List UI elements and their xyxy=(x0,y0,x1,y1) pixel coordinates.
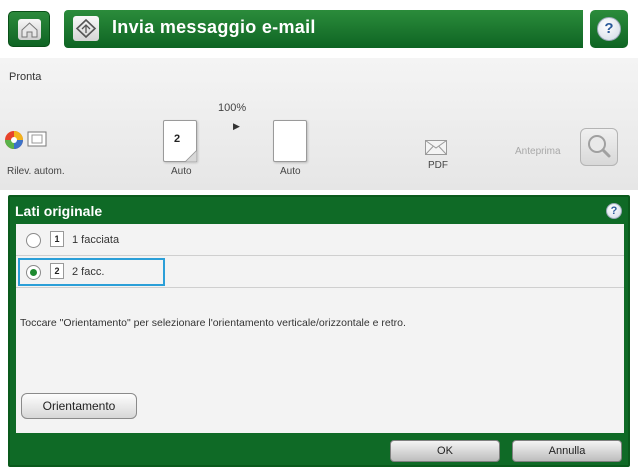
zoom-level: 100% xyxy=(218,102,247,114)
original-sides-dialog: Lati originale ? 1 1 facciata 2 2 facc. … xyxy=(8,195,630,467)
home-button[interactable] xyxy=(8,11,50,47)
magnifier-icon xyxy=(588,135,611,158)
color-label: Auto xyxy=(280,166,301,177)
radio-two-sided[interactable] xyxy=(26,265,41,280)
zoom-arrow-icon: ▶ xyxy=(233,121,240,131)
color-scan-icon xyxy=(5,131,47,149)
help-icon: ? xyxy=(597,17,621,41)
header-bar: Invia messaggio e-mail ? xyxy=(0,0,638,58)
one-sided-page-icon: 1 xyxy=(50,231,64,247)
help-button[interactable]: ? xyxy=(590,10,628,48)
home-icon xyxy=(18,19,41,40)
sides-setting-button[interactable]: 2 xyxy=(163,120,197,162)
option-label-one-sided: 1 facciata xyxy=(72,234,120,246)
option-row-one-sided[interactable]: 1 1 facciata xyxy=(16,224,624,256)
page-title: Invia messaggio e-mail xyxy=(112,17,316,37)
ok-button[interactable]: OK xyxy=(390,440,500,462)
cancel-button[interactable]: Annulla xyxy=(512,440,622,462)
option-row-two-sided[interactable]: 2 2 facc. xyxy=(16,256,624,288)
two-sided-page-icon: 2 xyxy=(50,263,64,279)
status-text: Pronta xyxy=(9,71,42,83)
title-bar: Invia messaggio e-mail xyxy=(64,10,583,48)
sides-page-number: 2 xyxy=(174,133,181,145)
preview-button[interactable] xyxy=(580,128,618,166)
radio-one-sided[interactable] xyxy=(26,233,41,248)
dialog-title: Lati originale xyxy=(15,203,103,219)
status-area: Pronta Rilev. autom. 100% ▶ 2 Auto Auto … xyxy=(0,58,638,190)
orientation-button[interactable]: Orientamento xyxy=(21,393,137,419)
sides-label: Auto xyxy=(171,166,192,177)
app-send-icon xyxy=(73,16,99,41)
option-label-two-sided: 2 facc. xyxy=(72,266,105,278)
scan-settings-button[interactable] xyxy=(4,130,66,170)
hint-text: Toccare "Orientamento" per selezionare l… xyxy=(20,317,406,329)
page-fold-icon xyxy=(185,150,197,162)
file-type-label: PDF xyxy=(428,160,448,171)
scan-mode-label: Rilev. autom. xyxy=(7,166,65,177)
color-setting-button[interactable] xyxy=(273,120,307,162)
envelope-icon[interactable] xyxy=(425,140,447,155)
preview-label: Anteprima xyxy=(515,146,561,157)
dialog-help-icon[interactable]: ? xyxy=(606,203,622,219)
